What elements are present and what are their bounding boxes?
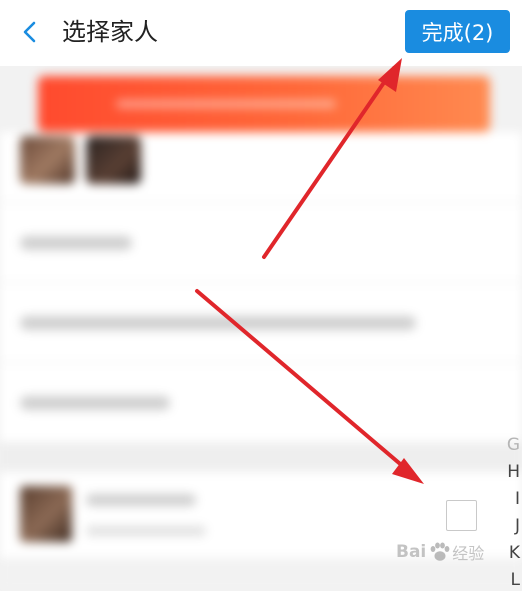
- contact-avatar: [20, 486, 72, 542]
- divider: [0, 362, 522, 363]
- avatar: [86, 136, 141, 184]
- baidu-jingyan-watermark: Bai 经验: [396, 540, 484, 564]
- back-button[interactable]: [12, 14, 48, 50]
- list-item: [20, 236, 132, 250]
- index-letter[interactable]: H: [507, 459, 522, 486]
- contact-select-checkbox[interactable]: [446, 500, 477, 531]
- section-gap: [0, 442, 522, 472]
- paw-icon: [430, 542, 450, 561]
- contact-subtitle: [86, 526, 206, 536]
- index-letter[interactable]: L: [511, 567, 522, 591]
- avatar: [20, 136, 75, 184]
- page-title: 选择家人: [62, 18, 158, 46]
- contact-name: [86, 494, 196, 506]
- list-item: [20, 396, 170, 410]
- index-letter[interactable]: K: [509, 540, 522, 567]
- blurred-content: [0, 66, 522, 591]
- divider: [0, 282, 522, 283]
- promo-banner: [38, 76, 490, 132]
- divider: [0, 202, 522, 203]
- index-letter[interactable]: I: [515, 486, 522, 513]
- watermark-site: 经验: [452, 544, 485, 563]
- chevron-left-icon: [23, 21, 36, 43]
- index-letter[interactable]: G: [507, 432, 522, 459]
- index-letter[interactable]: J: [515, 513, 522, 540]
- watermark-brand: Bai: [396, 542, 427, 562]
- family-list-area: G H I J K L: [0, 66, 522, 591]
- list-item: [20, 316, 416, 330]
- banner-text-placeholder: [116, 100, 336, 108]
- alphabet-index-bar[interactable]: G H I J K L: [506, 432, 522, 591]
- done-button[interactable]: 完成(2): [405, 10, 510, 53]
- header-bar: 选择家人 完成(2): [0, 0, 522, 66]
